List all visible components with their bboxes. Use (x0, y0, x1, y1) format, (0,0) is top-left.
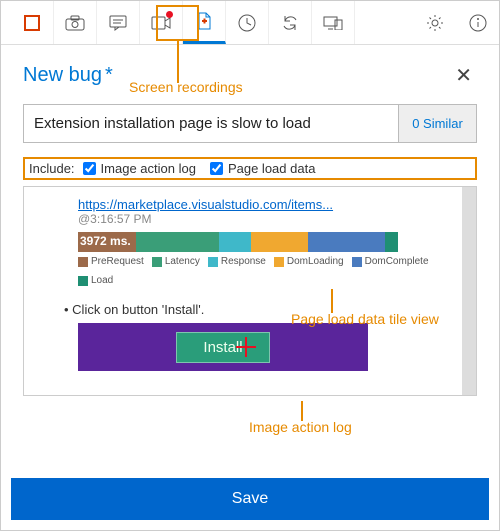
settings-button[interactable] (413, 1, 456, 44)
capture-timestamp: @3:16:57 PM (78, 212, 464, 226)
title-row: New bug * ✕ (1, 45, 499, 94)
note-button[interactable] (97, 1, 140, 44)
action-screenshot: Install (78, 323, 368, 371)
include-label: Include: (29, 161, 75, 176)
bug-title-row: 0 Similar (23, 104, 477, 143)
annotation-image-action-log: Image action log (249, 419, 352, 435)
refresh-button[interactable] (269, 1, 312, 44)
recording-indicator-icon (166, 11, 173, 18)
toolbar (1, 1, 499, 45)
required-indicator: * (105, 64, 113, 87)
click-crosshair-icon (236, 337, 256, 357)
bug-capture-window: Screen recordings New bug * ✕ 0 Similar … (0, 0, 500, 531)
seg-domcomplete (308, 232, 385, 252)
bug-title-input[interactable] (24, 105, 398, 142)
scrollbar[interactable] (462, 187, 476, 395)
info-button[interactable] (456, 1, 499, 44)
page-title: New bug (23, 64, 102, 87)
page-load-legend: PreRequest Latency Response DomLoading D… (78, 256, 464, 286)
seg-domloading (251, 232, 309, 252)
seg-load (385, 232, 398, 252)
stop-record-button[interactable] (11, 1, 54, 44)
new-file-button[interactable] (183, 1, 226, 44)
captured-url-link[interactable]: https://marketplace.visualstudio.com/ite… (78, 197, 464, 212)
seg-latency (136, 232, 219, 252)
include-image-action-log-checkbox[interactable] (83, 162, 96, 175)
include-image-action-log[interactable]: Image action log (83, 161, 196, 176)
include-page-load-data[interactable]: Page load data (210, 161, 315, 176)
include-options-row: Include: Image action log Page load data (23, 157, 477, 180)
annotation-line3 (301, 401, 303, 421)
save-button[interactable]: Save (11, 478, 489, 520)
page-load-bar: 3972 ms. (78, 232, 398, 252)
action-step-text: • Click on button 'Install'. (64, 302, 464, 317)
screenshot-button[interactable] (54, 1, 97, 44)
screen-recording-button[interactable] (140, 1, 183, 44)
close-button[interactable]: ✕ (450, 63, 477, 88)
similar-bugs-button[interactable]: 0 Similar (398, 105, 476, 142)
capture-preview-panel: https://marketplace.visualstudio.com/ite… (23, 186, 477, 396)
devices-button[interactable] (312, 1, 355, 44)
seg-response (219, 232, 251, 252)
history-button[interactable] (226, 1, 269, 44)
load-ms-label: 3972 ms. (80, 234, 131, 248)
include-page-load-data-checkbox[interactable] (210, 162, 223, 175)
